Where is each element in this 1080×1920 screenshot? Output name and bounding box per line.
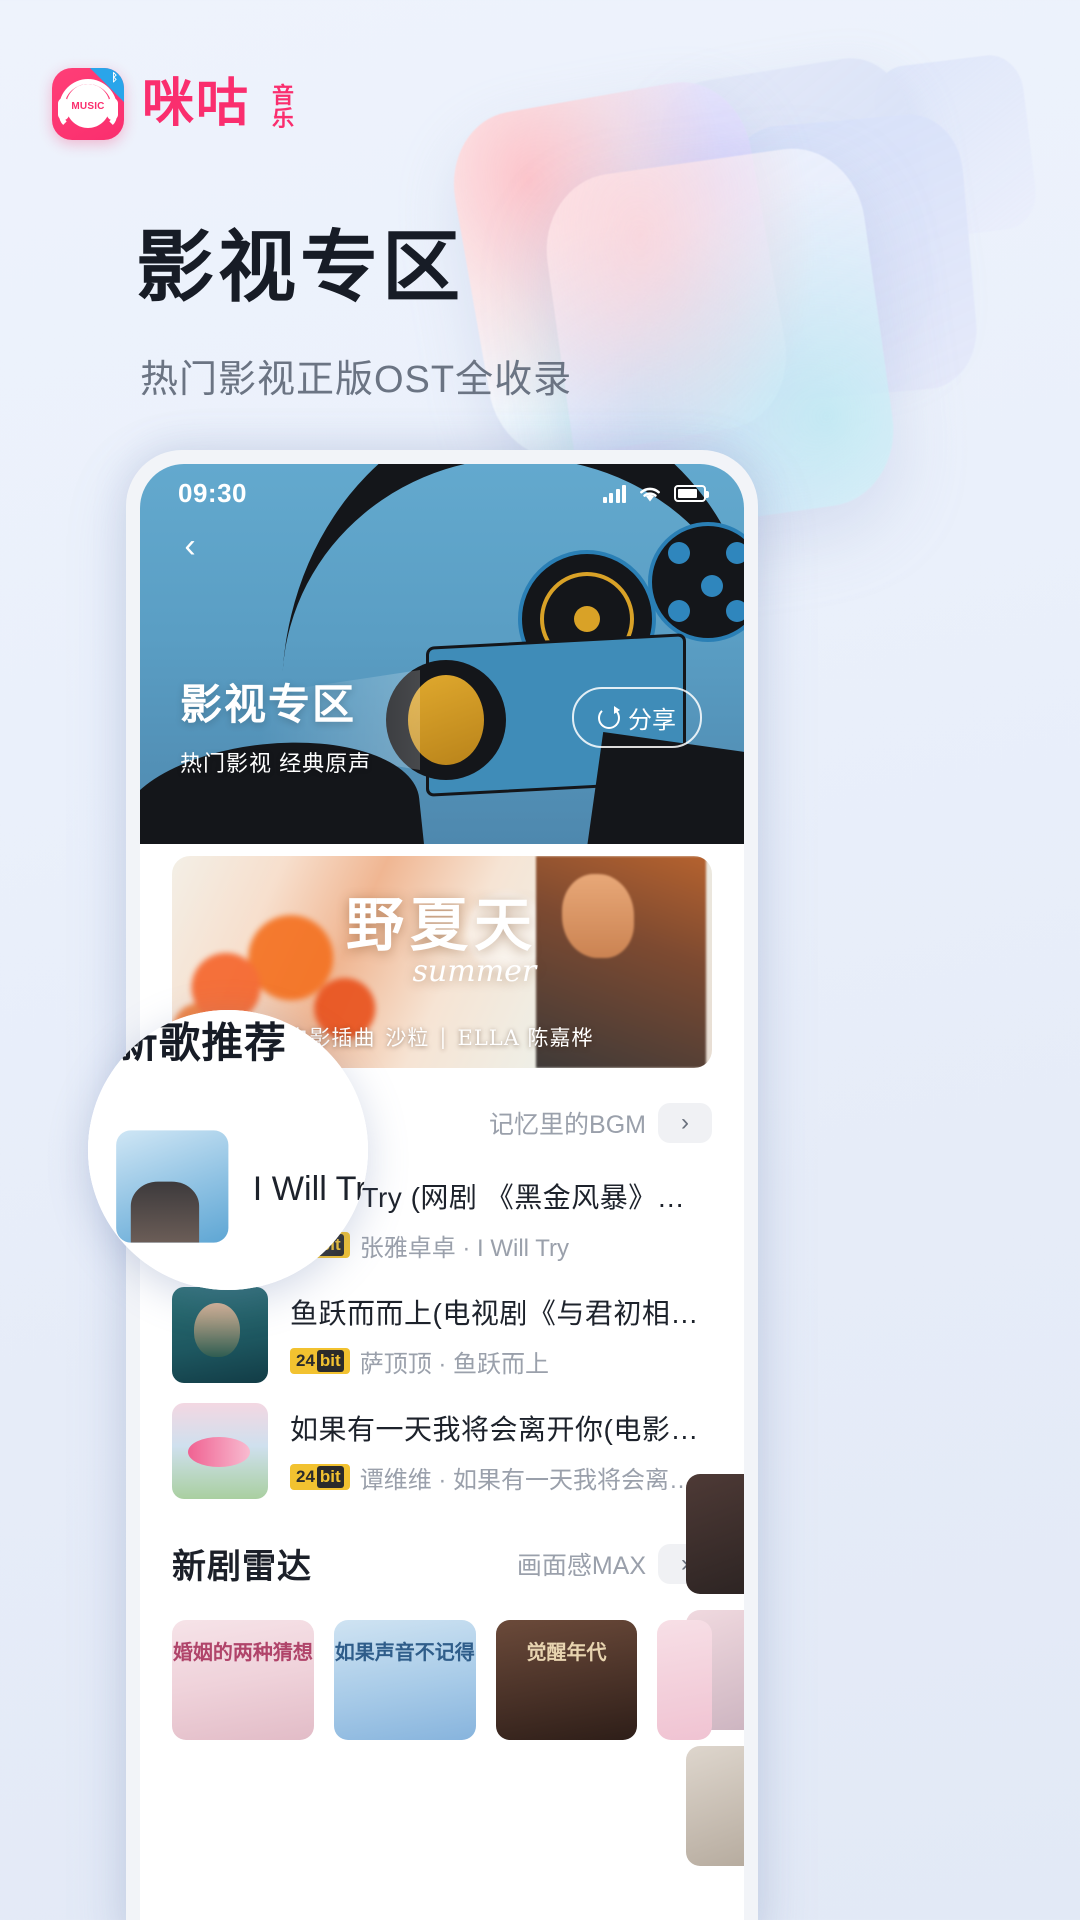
song-row[interactable]: I Will Try (网剧 《黑金风暴》插曲) 24 bit 张雅卓卓 · I… [172,1161,712,1277]
app-hero-desc: 热门影视 经典原声 [180,751,372,776]
badge-right: bit [316,1350,344,1372]
app-hero-banner: 09:30 ‹ 影视专区 热门影视 经典原声 分享 [140,464,744,844]
page-subtitle: 热门影视正版OST全收录 [140,359,573,401]
section-more[interactable]: 记忆里的BGM › [489,1102,712,1143]
song-artist: 谭维维 · 如果有一天我将会离… [359,1466,694,1494]
hires-24bit-badge: 24 bit [290,1232,350,1258]
peek-card[interactable] [686,1746,744,1866]
share-button[interactable]: 分享 [572,687,702,748]
film-strip-right-graphic [586,732,744,844]
poster-card[interactable]: 如果声音不记得 [333,1620,476,1740]
hires-24bit-badge: 24 bit [290,1348,350,1374]
poster-label: 婚姻的两种猜想 [172,1642,313,1664]
brand-header: ᛒ MUSIC 咪咕 音 乐 [52,68,294,140]
song-info: 如果有一天我将会离开你(电影《… 24 bit 谭维维 · 如果有一天我将会离… [290,1408,712,1495]
badge-right: bit [316,1234,344,1256]
back-button[interactable]: ‹ [170,526,210,566]
badge-left: 24 [296,1351,315,1371]
badge-left: 24 [296,1235,315,1255]
banner-meta: 1 / 7 电影插曲 沙粒 | ELLA 陈嘉桦 [190,1019,698,1054]
song-info: I Will Try (网剧 《黑金风暴》插曲) 24 bit 张雅卓卓 · I… [290,1176,712,1263]
section-title: 新剧雷达 [172,1548,312,1586]
brand-sub-line1: 音 [272,82,295,108]
brand-subtitle: 音 乐 [272,78,294,130]
song-title: 如果有一天我将会离开你(电影《… [290,1413,712,1445]
poster-card[interactable]: 婚姻的两种猜想 [172,1620,314,1740]
poster-label: 如果声音不记得 [334,1642,475,1664]
hires-24bit-badge: 24 bit [290,1464,350,1490]
song-artist: 张雅卓卓 · I Will Try [359,1234,570,1262]
app-hero-title: 影视专区 [180,681,357,728]
banner-title: 野夏天 [345,891,539,959]
banner-title-en: summer [412,954,537,989]
banner-credit: 电影插曲 沙粒 | ELLA 陈嘉桦 [287,1022,593,1052]
section-title: 新歌推荐 [172,1107,312,1145]
banner-carousel[interactable]: 野夏天 summer 1 / 7 电影插曲 沙粒 | ELLA 陈嘉桦 [172,856,712,1068]
wifi-icon [640,487,660,501]
phone-mockup: 09:30 ‹ 影视专区 热门影视 经典原声 分享 野夏天 summer 1 /… [126,450,758,1920]
song-meta: 24 bit 萨顶顶 · 鱼跃而上 [290,1344,712,1379]
brand-name: 咪咕 [142,75,251,133]
song-meta: 24 bit 张雅卓卓 · I Will Try [290,1228,712,1263]
page-title: 影视专区 [136,223,465,311]
song-info: 鱼跃而而上(电视剧《与君初相识》… 24 bit 萨顶顶 · 鱼跃而上 [290,1292,712,1379]
bluetooth-icon: ᛒ [111,72,118,84]
song-title: I Will Try (网剧 《黑金风暴》插曲) [290,1181,712,1213]
status-time: 09:30 [178,478,247,508]
section-more-label: 画面感MAX [516,1551,646,1580]
refresh-share-icon [598,705,620,729]
banner-carousel-wrap: 野夏天 summer 1 / 7 电影插曲 沙粒 | ELLA 陈嘉桦 [140,844,744,1068]
banner-separator: | [439,1024,448,1049]
album-cover [172,1171,268,1267]
status-icons [602,484,709,504]
song-row[interactable]: 鱼跃而而上(电视剧《与君初相识》… 24 bit 萨顶顶 · 鱼跃而上 [172,1277,712,1393]
migu-app-icon: ᛒ MUSIC [52,68,124,140]
app-hero-text: 影视专区 热门影视 经典原声 [180,671,371,778]
section-new-songs: 新歌推荐 记忆里的BGM › I Will Try (网剧 《黑金风暴》插曲) … [140,1068,744,1509]
brand-sub-line2: 乐 [272,106,295,131]
poster-card[interactable] [657,1620,712,1740]
banner-pager: 1 / 7 [190,1019,272,1054]
album-cover [172,1287,268,1383]
banner-song: 沙粒 [385,1025,430,1050]
section-header: 新歌推荐 记忆里的BGM › [172,1098,712,1147]
battery-icon [674,485,709,502]
decor-square-3 [441,71,799,469]
app-icon-text: MUSIC [71,100,105,112]
share-label: 分享 [628,707,676,734]
status-bar: 09:30 [140,478,744,509]
phone-screen: 09:30 ‹ 影视专区 热门影视 经典原声 分享 野夏天 summer 1 /… [140,464,744,1920]
chevron-right-icon[interactable]: › [658,1102,712,1143]
decor-square-1 [650,50,944,376]
song-meta: 24 bit 谭维维 · 如果有一天我将会离… [290,1460,712,1495]
decor-square-5 [869,51,1041,244]
badge-right: bit [316,1466,344,1488]
decor-square-2 [723,110,982,405]
section-more-label: 记忆里的BGM [489,1110,646,1139]
poster-card[interactable]: 觉醒年代 [495,1620,638,1740]
badge-left: 24 [296,1467,315,1487]
signal-bars-icon [602,484,626,503]
song-row[interactable]: 如果有一天我将会离开你(电影《… 24 bit 谭维维 · 如果有一天我将会离… [172,1393,712,1509]
banner-artist: ELLA 陈嘉桦 [457,1025,594,1050]
music-disc-icon: MUSIC [66,84,110,129]
section-new-dramas: 新剧雷达 画面感MAX › [140,1509,744,1588]
poster-label: 觉醒年代 [526,1642,607,1664]
peek-card[interactable] [686,1474,744,1594]
section-header: 新剧雷达 画面感MAX › [172,1539,712,1588]
song-artist: 萨顶顶 · 鱼跃而上 [359,1350,550,1378]
song-title: 鱼跃而而上(电视剧《与君初相识》… [290,1297,712,1329]
banner-tag: 电影插曲 [287,1025,376,1050]
poster-row: 婚姻的两种猜想 如果声音不记得 觉醒年代 [140,1602,744,1740]
section-more[interactable]: 画面感MAX › [516,1543,712,1584]
album-cover [172,1403,268,1499]
